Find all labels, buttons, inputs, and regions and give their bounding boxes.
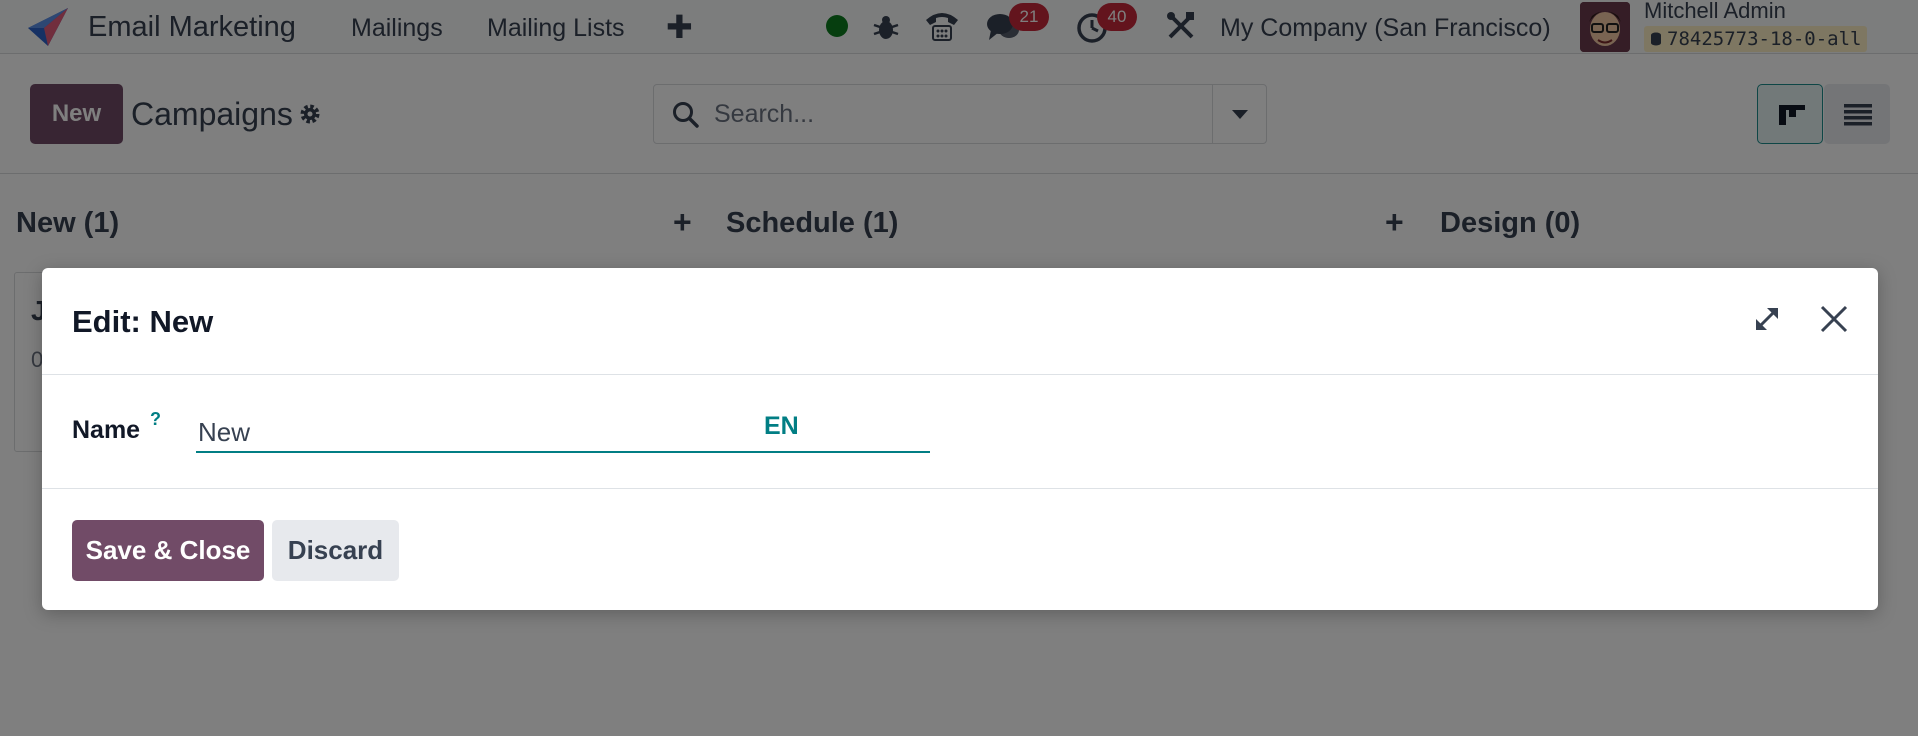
close-icon[interactable] — [1818, 303, 1850, 335]
help-tooltip-icon[interactable]: ? — [150, 409, 161, 430]
expand-icon[interactable] — [1752, 304, 1782, 334]
discard-button[interactable]: Discard — [272, 520, 399, 581]
dialog-body: Name ? EN — [42, 375, 1878, 489]
dialog-header: Edit: New — [42, 268, 1878, 375]
name-field — [196, 410, 930, 453]
name-field-label: Name — [72, 416, 141, 444]
language-button[interactable]: EN — [764, 412, 799, 441]
edit-dialog: Edit: New Name ? EN Save & Close Discard — [42, 268, 1878, 610]
dialog-title: Edit: New — [72, 304, 214, 339]
name-input[interactable] — [198, 414, 838, 450]
save-and-close-button[interactable]: Save & Close — [72, 520, 264, 581]
